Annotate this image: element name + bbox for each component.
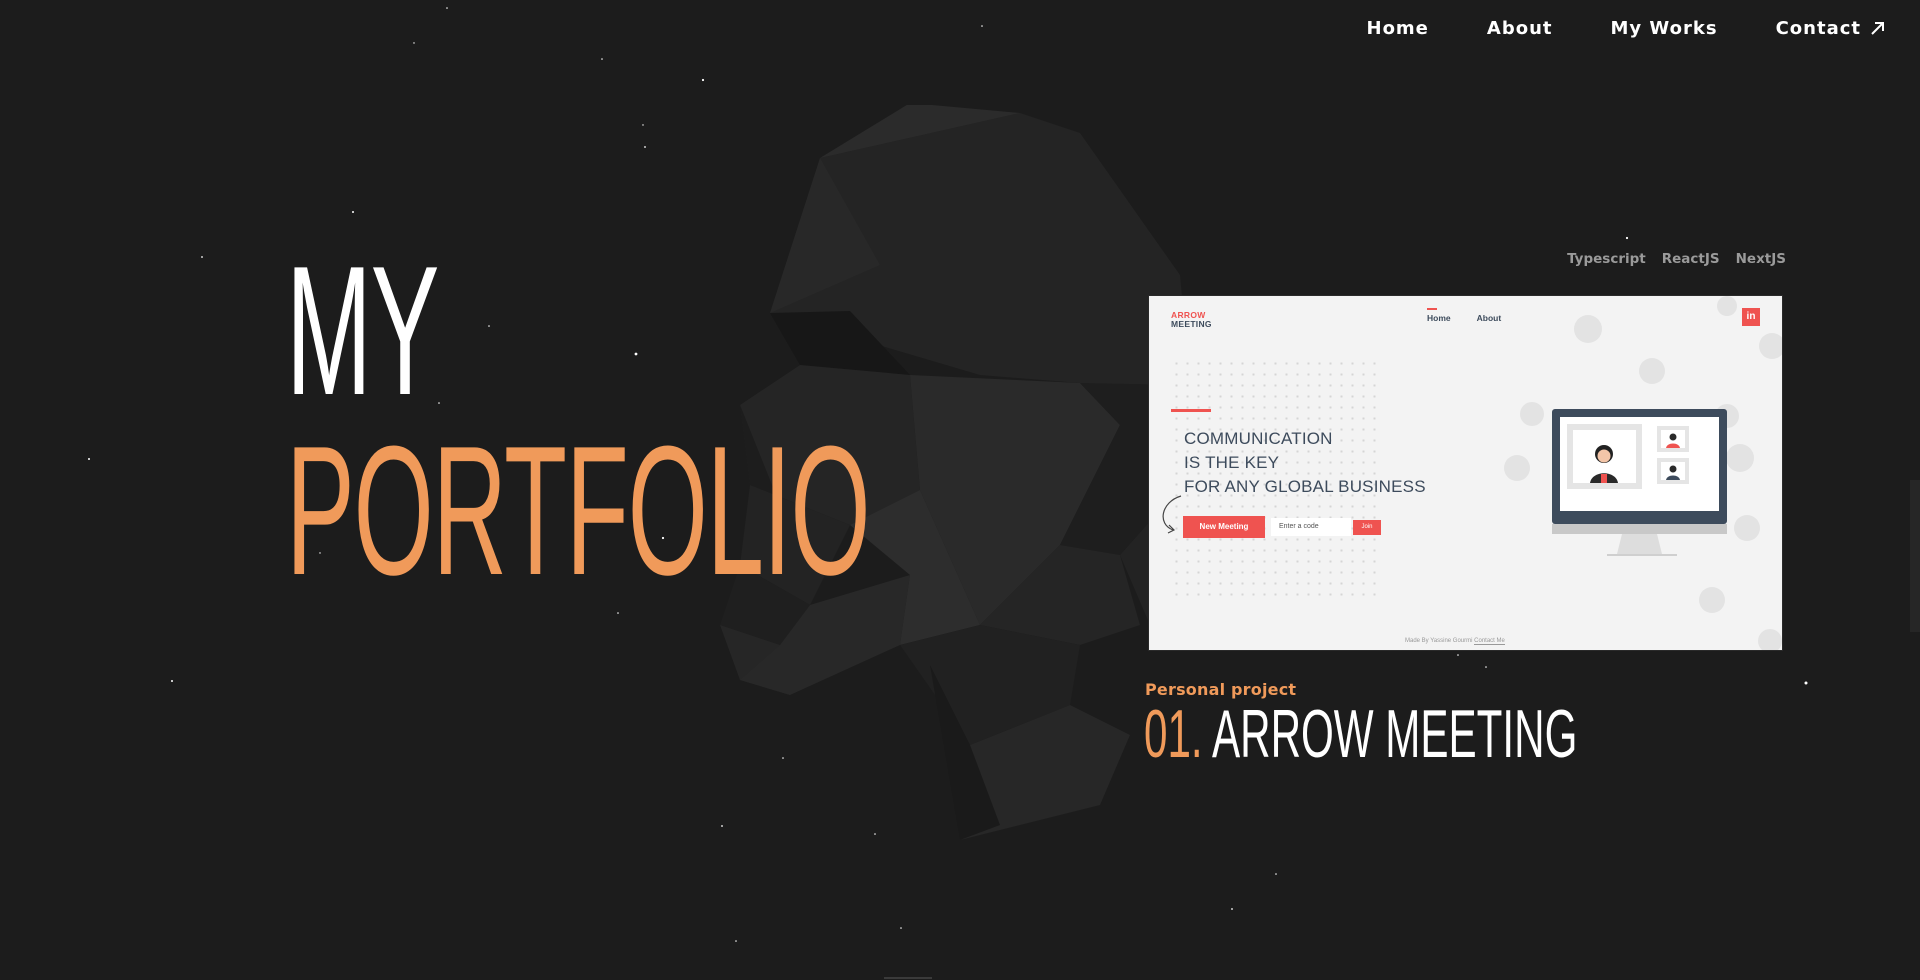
nav-about-link[interactable]: About xyxy=(1487,18,1553,39)
main-navigation: Home About My Works Contact xyxy=(1367,18,1887,39)
video-call-illustration xyxy=(1504,296,1782,650)
tech-tag: NextJS xyxy=(1735,251,1786,267)
nav-contact-label: Contact xyxy=(1775,18,1861,39)
preview-footer-credit: Made By Yassine Gourmi xyxy=(1405,638,1473,644)
nav-about-label: About xyxy=(1486,18,1553,39)
preview-heading-line: IS THE KEY xyxy=(1184,453,1280,472)
portfolio-page: Home About My Works Contact MY PORTFOLIO… xyxy=(0,0,1920,980)
preview-new-meeting-button: New Meeting xyxy=(1183,516,1265,538)
curved-arrow-icon xyxy=(1162,495,1182,534)
preview-accent-line xyxy=(1171,409,1211,412)
scroll-indicator-line xyxy=(884,977,932,979)
side-scroll-handle[interactable] xyxy=(1910,480,1920,632)
preview-heading: COMMUNICATION IS THE KEY FOR ANY GLOBAL … xyxy=(1184,427,1426,499)
nav-contact-link[interactable]: Contact xyxy=(1776,18,1886,39)
nav-my-works-label: My Works xyxy=(1610,18,1718,39)
project-tech-tags: Typescript ReactJS NextJS xyxy=(1567,251,1786,267)
preview-nav-home: Home xyxy=(1427,308,1451,323)
project-title[interactable]: 01. ARROW MEETING xyxy=(1144,700,1577,768)
project-preview-image[interactable]: ARROW MEETING Home About in COMMUNICATIO… xyxy=(1148,295,1783,651)
arrow-up-right-icon xyxy=(1871,22,1884,35)
nav-home-label: Home xyxy=(1366,18,1429,39)
project-name: ARROW MEETING xyxy=(1211,696,1578,772)
project-number: 01. xyxy=(1144,696,1203,772)
hero-title-line-1: MY xyxy=(286,227,439,433)
tech-tag: Typescript xyxy=(1567,251,1646,267)
preview-logo: ARROW MEETING xyxy=(1171,311,1212,329)
nav-home-link[interactable]: Home xyxy=(1367,18,1429,39)
preview-heading-line: COMMUNICATION xyxy=(1184,429,1333,448)
preview-logo-line-2: MEETING xyxy=(1171,319,1212,329)
preview-join-button: Join xyxy=(1353,520,1381,535)
preview-code-input: Enter a code xyxy=(1271,518,1351,536)
tech-tag: ReactJS xyxy=(1661,251,1720,267)
hero-title-line-2: PORTFOLIO xyxy=(286,407,871,614)
preview-heading-line: FOR ANY GLOBAL BUSINESS xyxy=(1184,477,1426,496)
nav-my-works-link[interactable]: My Works xyxy=(1611,18,1718,39)
